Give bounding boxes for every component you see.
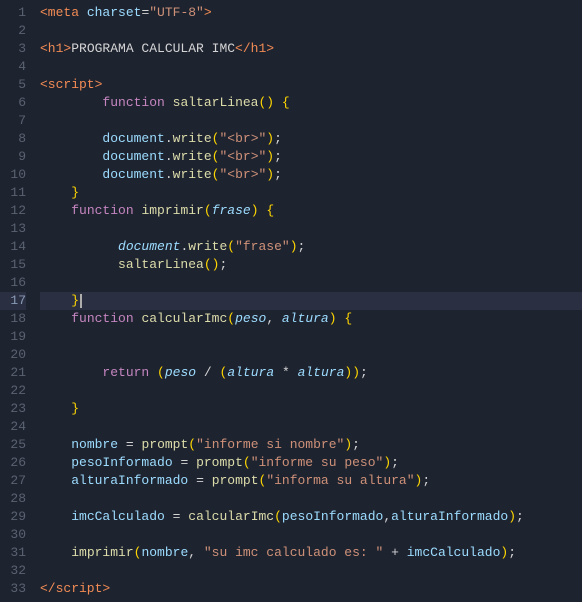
line-num-16: 16 (0, 274, 26, 292)
line-num-4: 4 (0, 58, 26, 76)
code-line-16 (40, 274, 582, 292)
code-line-23: } (40, 400, 582, 418)
code-line-1: <meta charset="UTF-8"> (40, 4, 582, 22)
code-line-13 (40, 220, 582, 238)
code-line-9: document.write("<br>"); (40, 148, 582, 166)
code-line-19 (40, 328, 582, 346)
line-num-31: 31 (0, 544, 26, 562)
line-num-5: 5 (0, 76, 26, 94)
line-num-17: 17 (0, 292, 26, 310)
code-line-6: function saltarLinea() { (40, 94, 582, 112)
line-num-26: 26 (0, 454, 26, 472)
line-num-24: 24 (0, 418, 26, 436)
code-line-7 (40, 112, 582, 130)
code-line-17: } (40, 292, 582, 310)
line-num-14: 14 (0, 238, 26, 256)
line-num-28: 28 (0, 490, 26, 508)
line-num-11: 11 (0, 184, 26, 202)
line-numbers: 1 2 3 4 5 6 7 8 9 10 11 12 13 14 15 16 1… (0, 4, 36, 598)
code-line-26: pesoInformado = prompt("informe su peso"… (40, 454, 582, 472)
line-num-29: 29 (0, 508, 26, 526)
code-line-32 (40, 562, 582, 580)
code-line-4 (40, 58, 582, 76)
code-content: <meta charset="UTF-8"> <h1>PROGRAMA CALC… (36, 4, 582, 598)
line-num-32: 32 (0, 562, 26, 580)
line-num-20: 20 (0, 346, 26, 364)
code-line-10: document.write("<br>"); (40, 166, 582, 184)
line-num-7: 7 (0, 112, 26, 130)
line-num-12: 12 (0, 202, 26, 220)
line-num-19: 19 (0, 328, 26, 346)
code-line-21: return (peso / (altura * altura)); (40, 364, 582, 382)
code-line-25: nombre = prompt("informe si nombre"); (40, 436, 582, 454)
line-num-3: 3 (0, 40, 26, 58)
code-line-30 (40, 526, 582, 544)
line-num-10: 10 (0, 166, 26, 184)
line-num-1: 1 (0, 4, 26, 22)
code-line-22 (40, 382, 582, 400)
code-line-5: <script> (40, 76, 582, 94)
line-num-18: 18 (0, 310, 26, 328)
code-line-15: saltarLinea(); (40, 256, 582, 274)
code-line-31: imprimir(nombre, "su imc calculado es: "… (40, 544, 582, 562)
code-line-2 (40, 22, 582, 40)
line-num-13: 13 (0, 220, 26, 238)
code-line-3: <h1>PROGRAMA CALCULAR IMC</h1> (40, 40, 582, 58)
code-line-28 (40, 490, 582, 508)
line-num-15: 15 (0, 256, 26, 274)
line-num-23: 23 (0, 400, 26, 418)
code-line-33: </script> (40, 580, 582, 598)
code-line-27: alturaInformado = prompt("informa su alt… (40, 472, 582, 490)
code-line-24 (40, 418, 582, 436)
line-num-8: 8 (0, 130, 26, 148)
line-num-33: 33 (0, 580, 26, 598)
line-num-2: 2 (0, 22, 26, 40)
code-line-12: function imprimir(frase) { (40, 202, 582, 220)
line-num-6: 6 (0, 94, 26, 112)
line-num-21: 21 (0, 364, 26, 382)
code-line-14: document.write("frase"); (40, 238, 582, 256)
code-line-20 (40, 346, 582, 364)
code-editor: 1 2 3 4 5 6 7 8 9 10 11 12 13 14 15 16 1… (0, 0, 582, 602)
line-num-30: 30 (0, 526, 26, 544)
code-line-18: function calcularImc(peso, altura) { (40, 310, 582, 328)
line-num-25: 25 (0, 436, 26, 454)
line-num-22: 22 (0, 382, 26, 400)
code-line-29: imcCalculado = calcularImc(pesoInformado… (40, 508, 582, 526)
code-line-11: } (40, 184, 582, 202)
code-line-8: document.write("<br>"); (40, 130, 582, 148)
line-num-9: 9 (0, 148, 26, 166)
line-num-27: 27 (0, 472, 26, 490)
